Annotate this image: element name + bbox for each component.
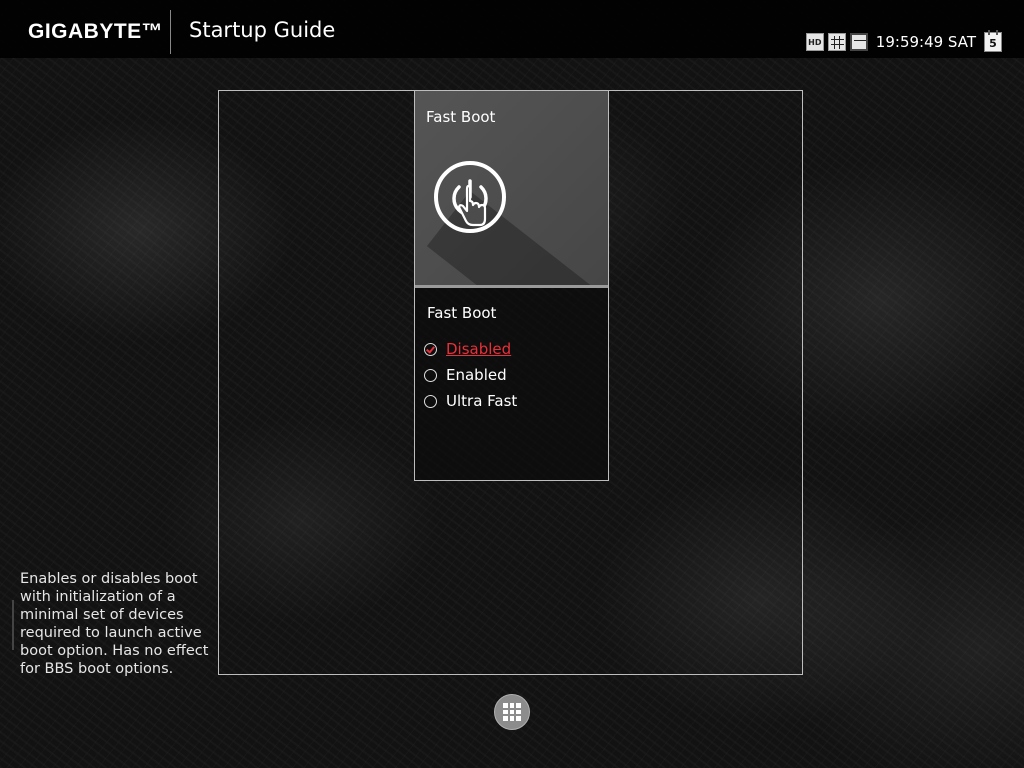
options-title: Fast Boot: [427, 304, 497, 322]
grid-view-icon[interactable]: [827, 33, 846, 51]
help-text: Enables or disables boot with initializa…: [20, 571, 209, 677]
option-label: Enabled: [446, 366, 507, 384]
option-enabled[interactable]: Enabled: [424, 362, 517, 388]
help-scroll-indicator: [12, 600, 14, 650]
hd-label: HD: [808, 37, 822, 47]
window-view-icon[interactable]: [849, 33, 868, 51]
option-label: Disabled: [446, 340, 512, 358]
option-label: Ultra Fast: [446, 392, 518, 410]
radio-icon[interactable]: [424, 394, 437, 408]
brand-logo: GIGABYTE™: [28, 20, 164, 43]
power-touch-icon: [434, 161, 506, 233]
fast-boot-options-panel: Fast Boot Disabled Enabled Ultra Fast: [415, 288, 608, 480]
tile-title: Fast Boot: [426, 108, 496, 126]
home-button[interactable]: [494, 694, 530, 730]
hd-display-icon[interactable]: HD: [805, 33, 824, 51]
fast-boot-tile[interactable]: Fast Boot: [415, 91, 608, 285]
page-title: Startup Guide: [189, 18, 336, 42]
clock: 19:59:49 SAT: [875, 33, 976, 51]
option-disabled[interactable]: Disabled: [424, 336, 517, 362]
status-area: HD 19:59:49 SAT 5: [805, 30, 1002, 54]
radio-icon[interactable]: [424, 368, 437, 382]
top-bar: GIGABYTE™ Startup Guide HD 19:59:49 SAT …: [0, 0, 1024, 58]
calendar-day: 5: [989, 37, 997, 50]
brand-divider: [170, 10, 171, 54]
calendar-icon[interactable]: 5: [984, 30, 1002, 52]
radio-checked-icon[interactable]: [424, 342, 437, 356]
fast-boot-options: Disabled Enabled Ultra Fast: [424, 336, 517, 414]
home-grid-icon: [503, 703, 521, 721]
fast-boot-card: Fast Boot Fast Boot Disabled Enabled Ult…: [414, 90, 609, 481]
option-ultra-fast[interactable]: Ultra Fast: [424, 388, 517, 414]
